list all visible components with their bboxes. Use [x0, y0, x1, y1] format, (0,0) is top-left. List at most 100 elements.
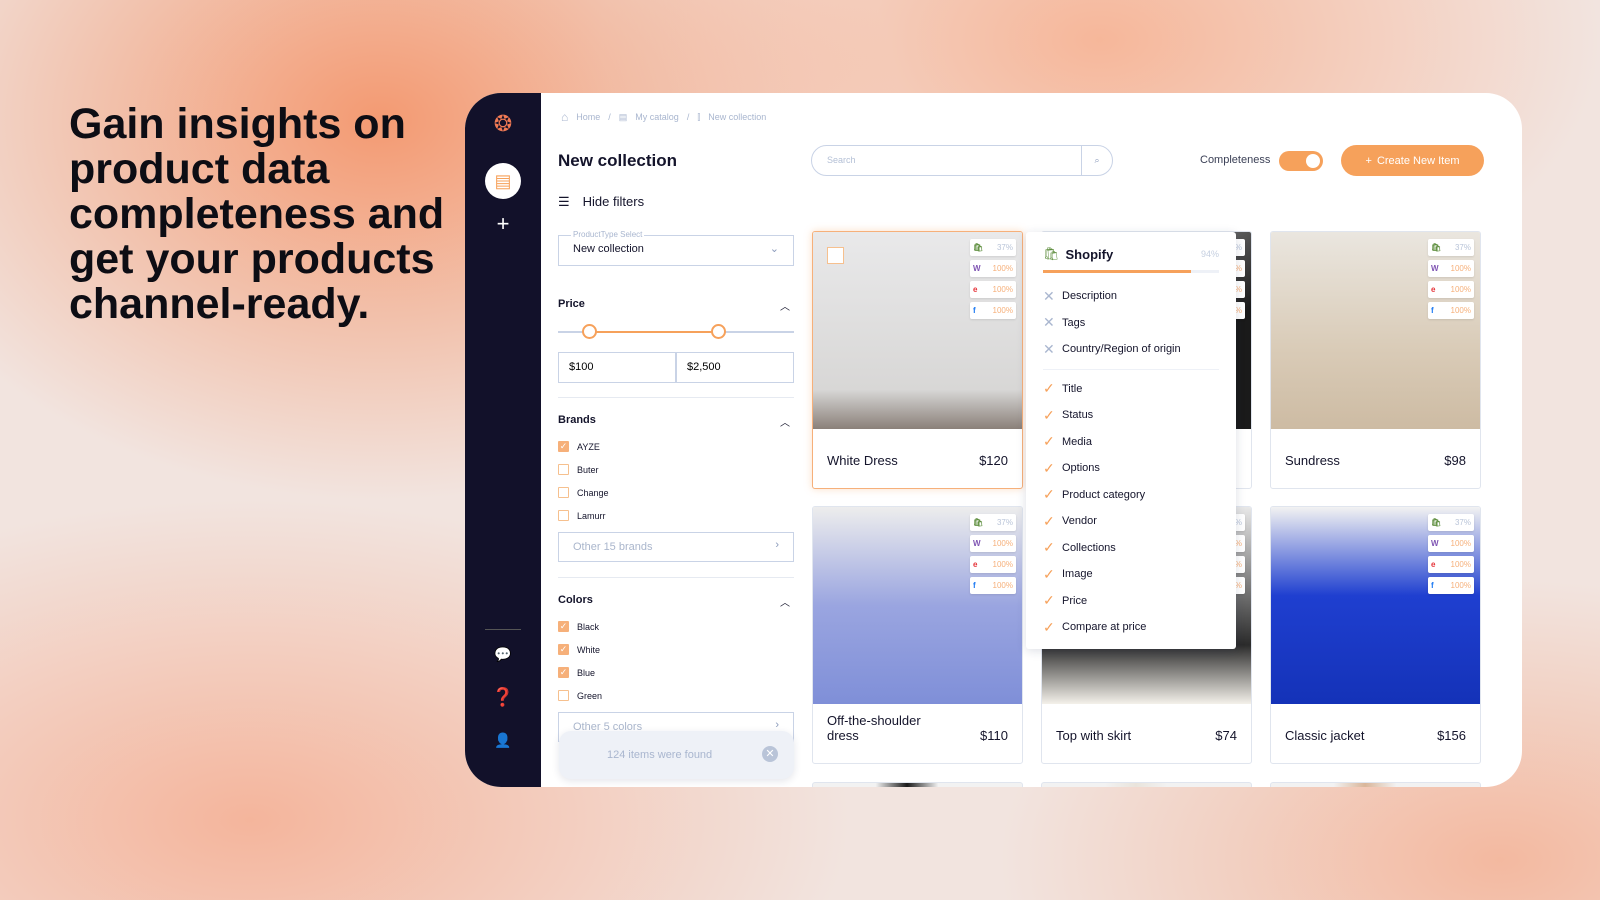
check-icon: ✓ [1043, 486, 1055, 503]
price-min-handle[interactable] [582, 324, 597, 339]
checkbox-icon[interactable]: ✓ [558, 621, 569, 632]
facebook-icon: f [1431, 306, 1434, 315]
checkbox-icon[interactable] [558, 487, 569, 498]
channel-badge[interactable]: e100% [1428, 281, 1474, 298]
completeness-field: ✓ Status [1043, 406, 1094, 423]
brands-checkbox[interactable]: Lamurr [558, 504, 794, 527]
product-type-select[interactable]: ProductType Select New collection ⌄ [558, 230, 794, 266]
page-title: New collection [558, 151, 678, 170]
colors-checkbox[interactable]: ✓ Black [558, 615, 794, 638]
catalog-icon: ▤ [618, 111, 628, 122]
price-max-handle[interactable] [711, 324, 726, 339]
facebook-icon: f [973, 306, 976, 315]
channel-badge[interactable]: W100% [1428, 260, 1474, 277]
completeness-field: ✓ Collections [1043, 539, 1116, 556]
facebook-icon: f [1431, 581, 1434, 590]
completeness-field: ✓ Product category [1043, 486, 1146, 503]
completeness-field: ✕ Tags [1043, 314, 1086, 331]
product-card[interactable]: 🛍 37% W 100% e 100% f 100% Off-the-shoulder dre… [812, 506, 1023, 764]
product-card[interactable]: 🛍 37% W 100% e 100% f 100% Classic jacket $156 [1270, 506, 1481, 764]
completeness-field: ✕ Description [1043, 287, 1118, 304]
checkbox-icon[interactable]: ✓ [558, 644, 569, 655]
hide-filters-button[interactable]: ☰ Hide filters [558, 194, 644, 210]
check-icon: ✓ [1043, 406, 1055, 423]
price-min-input[interactable]: $100 [558, 352, 676, 383]
chevron-down-icon: ⌄ [769, 243, 779, 255]
breadcrumb: ⌂ Home / ▤ My catalog / ⫿ New collection [561, 110, 767, 124]
chevron-up-icon[interactable]: ︿ [780, 594, 790, 609]
add-icon[interactable]: + [485, 206, 521, 242]
completeness-field: ✓ Compare at price [1043, 618, 1147, 635]
checkbox-icon[interactable] [558, 464, 569, 475]
product-card[interactable] [812, 782, 1023, 787]
checkbox-icon[interactable]: ✓ [558, 667, 569, 678]
product-price: $156 [1437, 728, 1466, 743]
price-max-input[interactable]: $2,500 [676, 352, 794, 383]
channel-badge[interactable]: W100% [1428, 535, 1474, 552]
channel-badge[interactable]: W100% [970, 535, 1016, 552]
colors-checkbox[interactable]: Green [558, 684, 794, 707]
ebay-icon: e [1431, 560, 1436, 569]
woo-icon: W [1431, 539, 1439, 548]
channel-badge[interactable]: f100% [970, 302, 1016, 319]
crumb-catalog[interactable]: My catalog [635, 112, 679, 122]
channel-badge[interactable]: f100% [1428, 577, 1474, 594]
select-checkbox[interactable] [827, 247, 844, 264]
woo-icon: W [973, 539, 981, 548]
product-name: Classic jacket [1285, 728, 1365, 743]
brands-checkbox[interactable]: Buter [558, 458, 794, 481]
checkbox-icon[interactable] [558, 690, 569, 701]
completeness-toggle[interactable] [1279, 151, 1323, 171]
product-name: Off-the-shoulder dress [827, 713, 921, 743]
channel-badge[interactable]: f100% [1428, 302, 1474, 319]
chevron-up-icon[interactable]: ︿ [780, 298, 790, 313]
ebay-icon: e [1431, 285, 1436, 294]
checkbox-icon[interactable]: ✓ [558, 441, 569, 452]
product-card[interactable] [1041, 782, 1252, 787]
brands-checkbox[interactable]: Change [558, 481, 794, 504]
channel-badge[interactable]: W100% [970, 260, 1016, 277]
colors-checkbox[interactable]: ✓ White [558, 638, 794, 661]
channel-badge[interactable]: 🛍37% [1428, 514, 1474, 531]
create-item-button[interactable]: + Create New Item [1341, 145, 1484, 176]
logo-icon: ❂ [493, 111, 513, 136]
channel-badge[interactable]: 🛍37% [1428, 239, 1474, 256]
check-icon: ✓ [1043, 565, 1055, 582]
channel-badge[interactable]: e100% [970, 281, 1016, 298]
product-card[interactable]: 🛍 37% W 100% e 100% f 100% White Dress $120 [812, 231, 1023, 489]
woo-icon: W [1431, 264, 1439, 273]
more-brands-button[interactable]: Other 15 brands › [558, 532, 794, 562]
channel-badge[interactable]: f100% [970, 577, 1016, 594]
crumb-home[interactable]: Home [576, 112, 600, 122]
channel-badge[interactable]: e100% [970, 556, 1016, 573]
search-input[interactable]: Search ⌕ [811, 145, 1113, 176]
checkbox-icon[interactable] [558, 510, 569, 521]
catalog-icon[interactable]: ▤ [485, 163, 521, 199]
chevron-right-icon: › [775, 719, 779, 731]
product-price: $120 [979, 453, 1008, 468]
chevron-right-icon: › [775, 539, 779, 551]
channel-badge[interactable]: 🛍37% [970, 239, 1016, 256]
channel-badge[interactable]: e100% [1428, 556, 1474, 573]
collection-icon: ⫿ [697, 111, 701, 122]
brands-filter: Brands ︿ ✓ AYZE Buter Change Lamurr Other 15 … [558, 414, 794, 562]
channel-badge[interactable]: 🛍37% [970, 514, 1016, 531]
product-card[interactable]: 🛍 37% W 100% e 100% f 100% Sundress $98 [1270, 231, 1481, 489]
search-icon[interactable]: ⌕ [1081, 146, 1112, 175]
chevron-up-icon[interactable]: ︿ [780, 414, 790, 429]
close-icon[interactable]: ✕ [762, 746, 778, 762]
product-card[interactable] [1270, 782, 1481, 787]
help-icon[interactable]: ❓ [485, 679, 521, 715]
product-price: $98 [1444, 453, 1466, 468]
completeness-field: ✕ Country/Region of origin [1043, 340, 1181, 357]
chat-icon[interactable]: 💬 [485, 636, 521, 672]
facebook-icon: f [973, 581, 976, 590]
completeness-label: Completeness [1200, 154, 1271, 166]
check-icon: ✓ [1043, 459, 1055, 476]
colors-checkbox[interactable]: ✓ Blue [558, 661, 794, 684]
user-icon[interactable]: 👤 [485, 722, 521, 758]
price-filter: Price ︿ $100 $2,500 [558, 298, 794, 383]
home-icon: ⌂ [561, 110, 569, 124]
product-price: $74 [1215, 728, 1237, 743]
brands-checkbox[interactable]: ✓ AYZE [558, 435, 794, 458]
